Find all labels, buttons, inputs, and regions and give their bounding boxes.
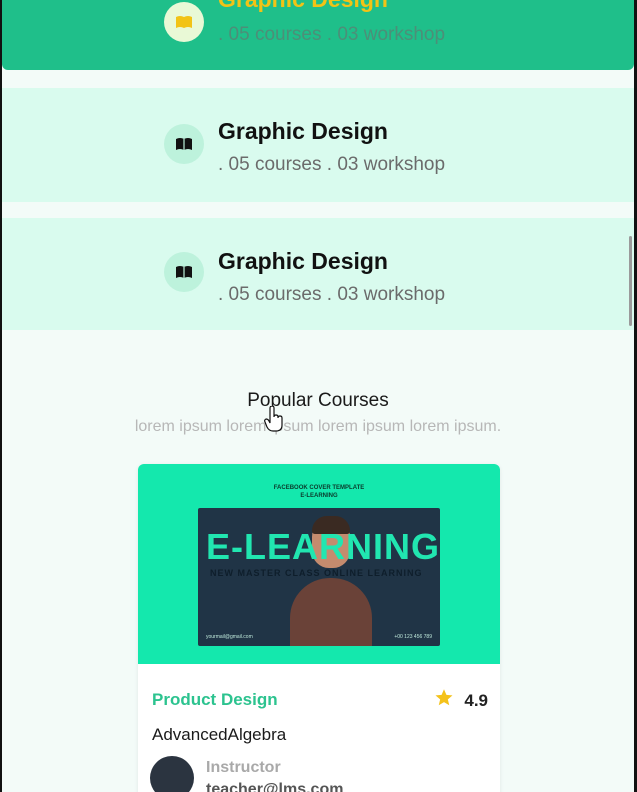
- rating-value: 4.9: [464, 690, 488, 710]
- banner-subtitle: NEW MASTER CLASS ONLINE LEARNING: [210, 568, 423, 578]
- category-meta: . 05 courses . 03 workshop: [218, 284, 446, 305]
- category-title: Graphic Design: [218, 0, 388, 13]
- avatar: [150, 756, 194, 792]
- banner-email: yourmail@gmail.com: [206, 634, 253, 640]
- category-meta: . 05 courses . 03 workshop: [218, 24, 446, 45]
- person-body: [290, 578, 372, 646]
- category-card-graphic-design[interactable]: Graphic Design . 05 courses . 03 worksho…: [2, 218, 634, 330]
- section-title: Popular Courses: [247, 390, 389, 411]
- category-title: Graphic Design: [218, 248, 388, 274]
- book-icon: [164, 252, 204, 292]
- section-subtitle: lorem ipsum lorem ipsum lorem ipsum lore…: [134, 418, 502, 435]
- star-icon: [434, 688, 454, 713]
- banner-phone: +00 123 456 789: [394, 634, 432, 640]
- course-category: Product Design: [152, 690, 278, 709]
- thumbnail-caption: FACEBOOK COVER TEMPLATE E-LEARNING: [273, 485, 365, 499]
- instructor-email: teacher@lms.com: [206, 781, 344, 792]
- page: Graphic Design . 05 courses . 03 worksho…: [2, 0, 634, 792]
- course-rating: 4.9: [434, 688, 488, 713]
- category-card-graphic-design[interactable]: Graphic Design . 05 courses . 03 worksho…: [2, 88, 634, 202]
- book-icon: [164, 2, 204, 42]
- category-meta: . 05 courses . 03 workshop: [218, 154, 446, 175]
- hand-pointer-icon: [264, 405, 284, 437]
- course-card[interactable]: FACEBOOK COVER TEMPLATE E-LEARNING E-LEA…: [138, 464, 500, 792]
- elearning-banner-image: E-LEARNING NEW MASTER CLASS ONLINE LEARN…: [198, 508, 440, 646]
- category-title: Graphic Design: [218, 118, 388, 144]
- book-icon: [164, 124, 204, 164]
- banner-title: E-LEARNING: [206, 526, 440, 567]
- instructor-label: Instructor: [206, 759, 281, 776]
- course-name[interactable]: AdvancedAlgebra: [152, 725, 286, 745]
- scrollbar[interactable]: [629, 236, 632, 326]
- course-thumbnail[interactable]: FACEBOOK COVER TEMPLATE E-LEARNING E-LEA…: [138, 464, 500, 664]
- category-card-graphic-design-active[interactable]: Graphic Design . 05 courses . 03 worksho…: [2, 0, 634, 70]
